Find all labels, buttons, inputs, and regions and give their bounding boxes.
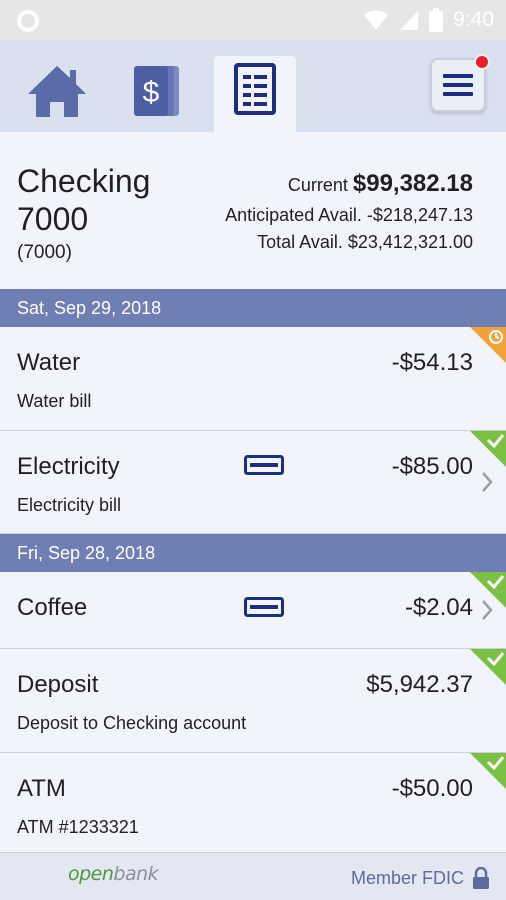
menu-button[interactable]: [430, 54, 490, 112]
signal-icon: [400, 11, 419, 30]
card-icon: [244, 597, 284, 617]
wifi-icon: [364, 10, 389, 30]
transaction-title: Coffee: [17, 594, 88, 621]
chevron-right-icon: [482, 600, 493, 620]
account-summary: Checking 7000 (7000) Current $99,382.18 …: [0, 132, 506, 288]
notification-circle-icon: [17, 10, 39, 32]
current-balance: Current $99,382.18: [288, 170, 473, 198]
current-balance-value: $99,382.18: [352, 170, 473, 197]
date-header: Fri, Sep 28, 2018: [0, 534, 506, 572]
cleared-check-icon: [470, 753, 506, 789]
transaction-row[interactable]: Water Water bill -$54.13: [0, 327, 506, 431]
transaction-amount: -$54.13: [391, 349, 473, 376]
logo-open: open: [68, 863, 114, 885]
transaction-amount: $5,942.37: [366, 671, 473, 698]
tab-home[interactable]: [16, 56, 98, 132]
svg-text:$: $: [143, 76, 160, 109]
card-icon: [244, 455, 284, 475]
transaction-description: ATM #1233321: [17, 817, 139, 837]
transaction-row[interactable]: Deposit Deposit to Checking account $5,9…: [0, 649, 506, 753]
lock-icon: [473, 867, 489, 889]
logo-bank: bank: [113, 863, 159, 885]
transaction-title: Electricity: [17, 453, 120, 480]
transaction-title: Water: [17, 349, 81, 376]
document-list-icon: [234, 63, 276, 115]
transaction-description: Water bill: [17, 391, 92, 411]
transaction-row[interactable]: Electricity Electricity bill -$85.00: [0, 431, 506, 534]
cleared-check-icon: [470, 431, 506, 467]
tab-transactions[interactable]: [214, 56, 296, 132]
pending-clock-icon: [470, 327, 506, 363]
account-name: Checking 7000: [17, 163, 151, 237]
tab-transfer[interactable]: $: [116, 56, 198, 132]
chevron-right-icon: [482, 472, 493, 492]
cleared-check-icon: [470, 649, 506, 685]
transaction-description: Electricity bill: [17, 495, 122, 515]
transaction-title: ATM: [17, 775, 66, 802]
transaction-title: Deposit: [17, 671, 99, 698]
footer: openbank Member FDIC: [0, 852, 506, 900]
clock: 9:40: [453, 8, 494, 31]
account-number: (7000): [17, 242, 72, 263]
date-header: Sat, Sep 29, 2018: [0, 289, 506, 327]
home-icon: [28, 66, 86, 117]
battery-icon: [429, 8, 444, 32]
transaction-amount: -$2.04: [404, 594, 473, 621]
anticipated-balance: Anticipated Avail. -$218,247.13: [225, 205, 473, 225]
total-available-balance: Total Avail. $23,412,321.00: [257, 232, 473, 252]
openbank-logo: openbank: [68, 863, 159, 885]
member-fdic-label: Member FDIC: [350, 868, 464, 888]
transaction-description: Deposit to Checking account: [17, 713, 247, 733]
notification-badge: [474, 54, 490, 70]
status-bar: 9:40: [0, 0, 506, 40]
transaction-amount: -$50.00: [391, 775, 473, 802]
current-balance-label: Current: [287, 175, 348, 195]
transaction-row[interactable]: ATM ATM #1233321 -$50.00: [0, 753, 506, 852]
dollar-cards-icon: $: [134, 66, 179, 116]
hamburger-menu-icon: [443, 74, 473, 96]
transaction-amount: -$85.00: [391, 453, 473, 480]
transaction-row[interactable]: Coffee -$2.04: [0, 572, 506, 649]
